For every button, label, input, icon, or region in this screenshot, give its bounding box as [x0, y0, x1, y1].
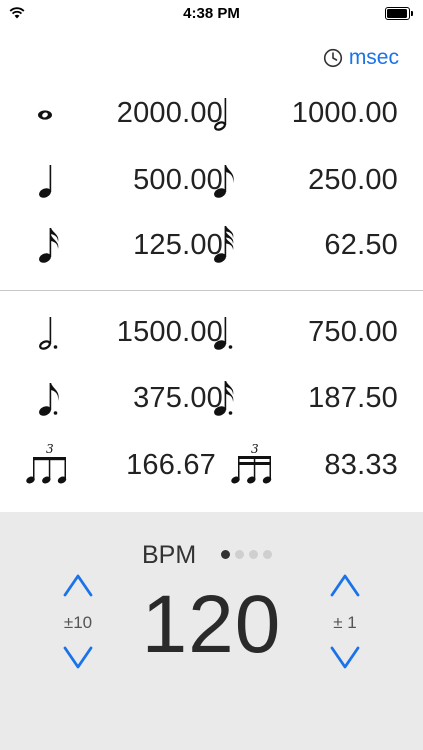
- page-dot[interactable]: [221, 550, 230, 559]
- note-duration-value: 62.50: [324, 229, 398, 261]
- note-duration-value: 250.00: [308, 164, 398, 196]
- page-dot[interactable]: [249, 550, 258, 559]
- note-row-dotted-eighth: 375.00: [33, 373, 223, 423]
- note-row-quarter: 500.00: [33, 155, 223, 205]
- decrease-by-1-button[interactable]: [328, 643, 362, 673]
- page-indicator[interactable]: [221, 550, 272, 559]
- unit-label: msec: [348, 46, 399, 69]
- note-row-dotted-quarter: 750.00: [208, 307, 398, 357]
- coarse-step-label: ±10: [63, 613, 93, 632]
- unit-toggle-button[interactable]: msec: [323, 46, 399, 70]
- bpm-value[interactable]: 120: [120, 578, 303, 672]
- note-row-sixteenth: 125.00: [33, 220, 223, 270]
- bpm-label: BPM: [142, 541, 197, 569]
- note-duration-value: 166.67: [126, 449, 216, 481]
- increase-by-10-button[interactable]: [61, 570, 95, 600]
- eighth-note-icon: [214, 165, 234, 198]
- dotted-quarter-note-icon: [214, 317, 233, 350]
- note-duration-value: 1000.00: [291, 97, 398, 129]
- status-time: 4:38 PM: [183, 5, 240, 22]
- sixteenth-triplet-icon: 3: [231, 442, 272, 484]
- section-divider: [0, 290, 423, 291]
- decrease-by-10-button[interactable]: [61, 643, 95, 673]
- note-duration-value: 187.50: [308, 382, 398, 414]
- dotted-half-note-icon: [39, 317, 58, 350]
- note-row-dotted-half: 1500.00: [33, 307, 223, 357]
- dotted-eighth-note-icon: [39, 383, 59, 416]
- note-row-eighth-triplet: 3 166.67: [26, 440, 216, 490]
- note-row-eighth: 250.00: [208, 155, 398, 205]
- thirty-second-note-icon: [214, 226, 234, 263]
- note-duration-value: 750.00: [308, 316, 398, 348]
- sixteenth-note-icon: [39, 228, 59, 263]
- note-row-sixteenth-triplet: 3 83.33: [208, 440, 398, 490]
- battery-icon: [385, 7, 413, 20]
- page-dot[interactable]: [235, 550, 244, 559]
- quarter-note-icon: [39, 165, 52, 198]
- triplet-number: 3: [251, 442, 259, 456]
- increase-by-1-button[interactable]: [328, 570, 362, 600]
- eighth-triplet-icon: 3: [26, 442, 67, 484]
- note-duration-value: 83.33: [324, 449, 398, 481]
- dotted-sixteenth-note-icon: [214, 381, 234, 416]
- page-dot[interactable]: [263, 550, 272, 559]
- note-row-whole: 2000.00: [33, 88, 223, 138]
- note-row-thirty-second: 62.50: [208, 220, 398, 270]
- fine-step-label: ± 1: [333, 613, 357, 632]
- note-row-dotted-sixteenth: 187.50: [208, 373, 398, 423]
- triplet-number: 3: [46, 442, 54, 456]
- note-row-half: 1000.00: [208, 88, 398, 138]
- status-bar: 4:38 PM: [0, 0, 423, 28]
- half-note-icon: [214, 98, 227, 131]
- whole-note-icon: [38, 110, 52, 120]
- clock-icon: [323, 48, 342, 68]
